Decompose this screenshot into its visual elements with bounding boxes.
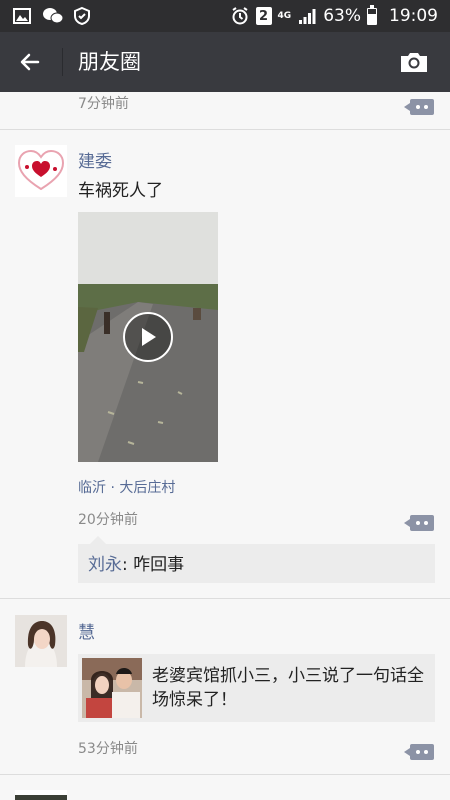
avatar[interactable] — [15, 790, 67, 800]
battery-percent: 63% — [323, 6, 361, 26]
post-time: 20分钟前 — [78, 512, 138, 528]
shared-link-title: 老婆宾馆抓小三，小三说了一句话全场惊呆了！ — [152, 666, 424, 710]
play-icon — [142, 328, 156, 346]
post-time: 7分钟前 — [78, 96, 129, 112]
network-type: 4G — [277, 10, 292, 21]
camera-button[interactable] — [396, 44, 432, 80]
gallery-icon — [12, 6, 32, 26]
comment-box: 刘永: 咋回事 — [78, 536, 435, 583]
post-author[interactable]: 建委 — [78, 147, 112, 172]
comment-action-button[interactable] — [404, 99, 434, 115]
status-bar-notifications — [12, 6, 92, 26]
battery-icon — [367, 4, 377, 25]
page-title: 朋友圈 — [78, 50, 141, 74]
post-text: 车祸死人了 — [78, 181, 163, 201]
girl-avatar-image — [15, 615, 67, 667]
camera-icon — [401, 53, 427, 72]
post-time: 53分钟前 — [78, 741, 138, 757]
wechat-icon — [42, 6, 64, 26]
post-divider — [0, 774, 450, 775]
shield-check-icon — [72, 6, 92, 26]
post-location[interactable]: 临沂 · 大后庄村 — [78, 477, 175, 497]
status-bar-system: 2 4G 63% 19:09 — [230, 0, 438, 32]
comment-text: 咋回事 — [133, 555, 185, 575]
post-divider — [0, 598, 450, 599]
comment-action-button[interactable] — [404, 515, 434, 531]
video-thumbnail[interactable] — [78, 212, 218, 462]
comment-separator: : — [122, 555, 134, 575]
title-bar: 朋友圈 — [0, 32, 450, 92]
signal-icon — [297, 6, 317, 26]
post-author[interactable]: 慧 — [78, 618, 95, 643]
comment-item[interactable]: 刘永: 咋回事 — [88, 550, 184, 575]
sim-badge: 2 — [255, 7, 272, 25]
heart-avatar-image — [15, 145, 67, 197]
back-arrow-icon — [20, 53, 40, 71]
alarm-icon — [230, 6, 250, 26]
moments-feed[interactable]: 7分钟前 建委 车祸死人了 临沂 · 大后庄村 20分钟前 刘永: 咋回事 慧 … — [0, 92, 450, 800]
comment-author[interactable]: 刘永 — [88, 555, 122, 575]
back-button[interactable] — [10, 42, 50, 82]
shared-link-card[interactable]: 老婆宾馆抓小三，小三说了一句话全场惊呆了！ — [78, 654, 435, 722]
shared-link-thumbnail — [82, 658, 142, 718]
comment-action-button[interactable] — [404, 744, 434, 760]
title-divider — [62, 48, 63, 76]
clock: 19:09 — [389, 6, 438, 26]
couple-thumbnail-image — [82, 658, 142, 718]
avatar[interactable] — [15, 615, 67, 667]
status-bar: 2 4G 63% 19:09 — [0, 0, 450, 32]
post-divider — [0, 129, 450, 130]
next-avatar-image — [15, 795, 67, 800]
play-button[interactable] — [123, 312, 173, 362]
avatar[interactable] — [15, 145, 67, 197]
